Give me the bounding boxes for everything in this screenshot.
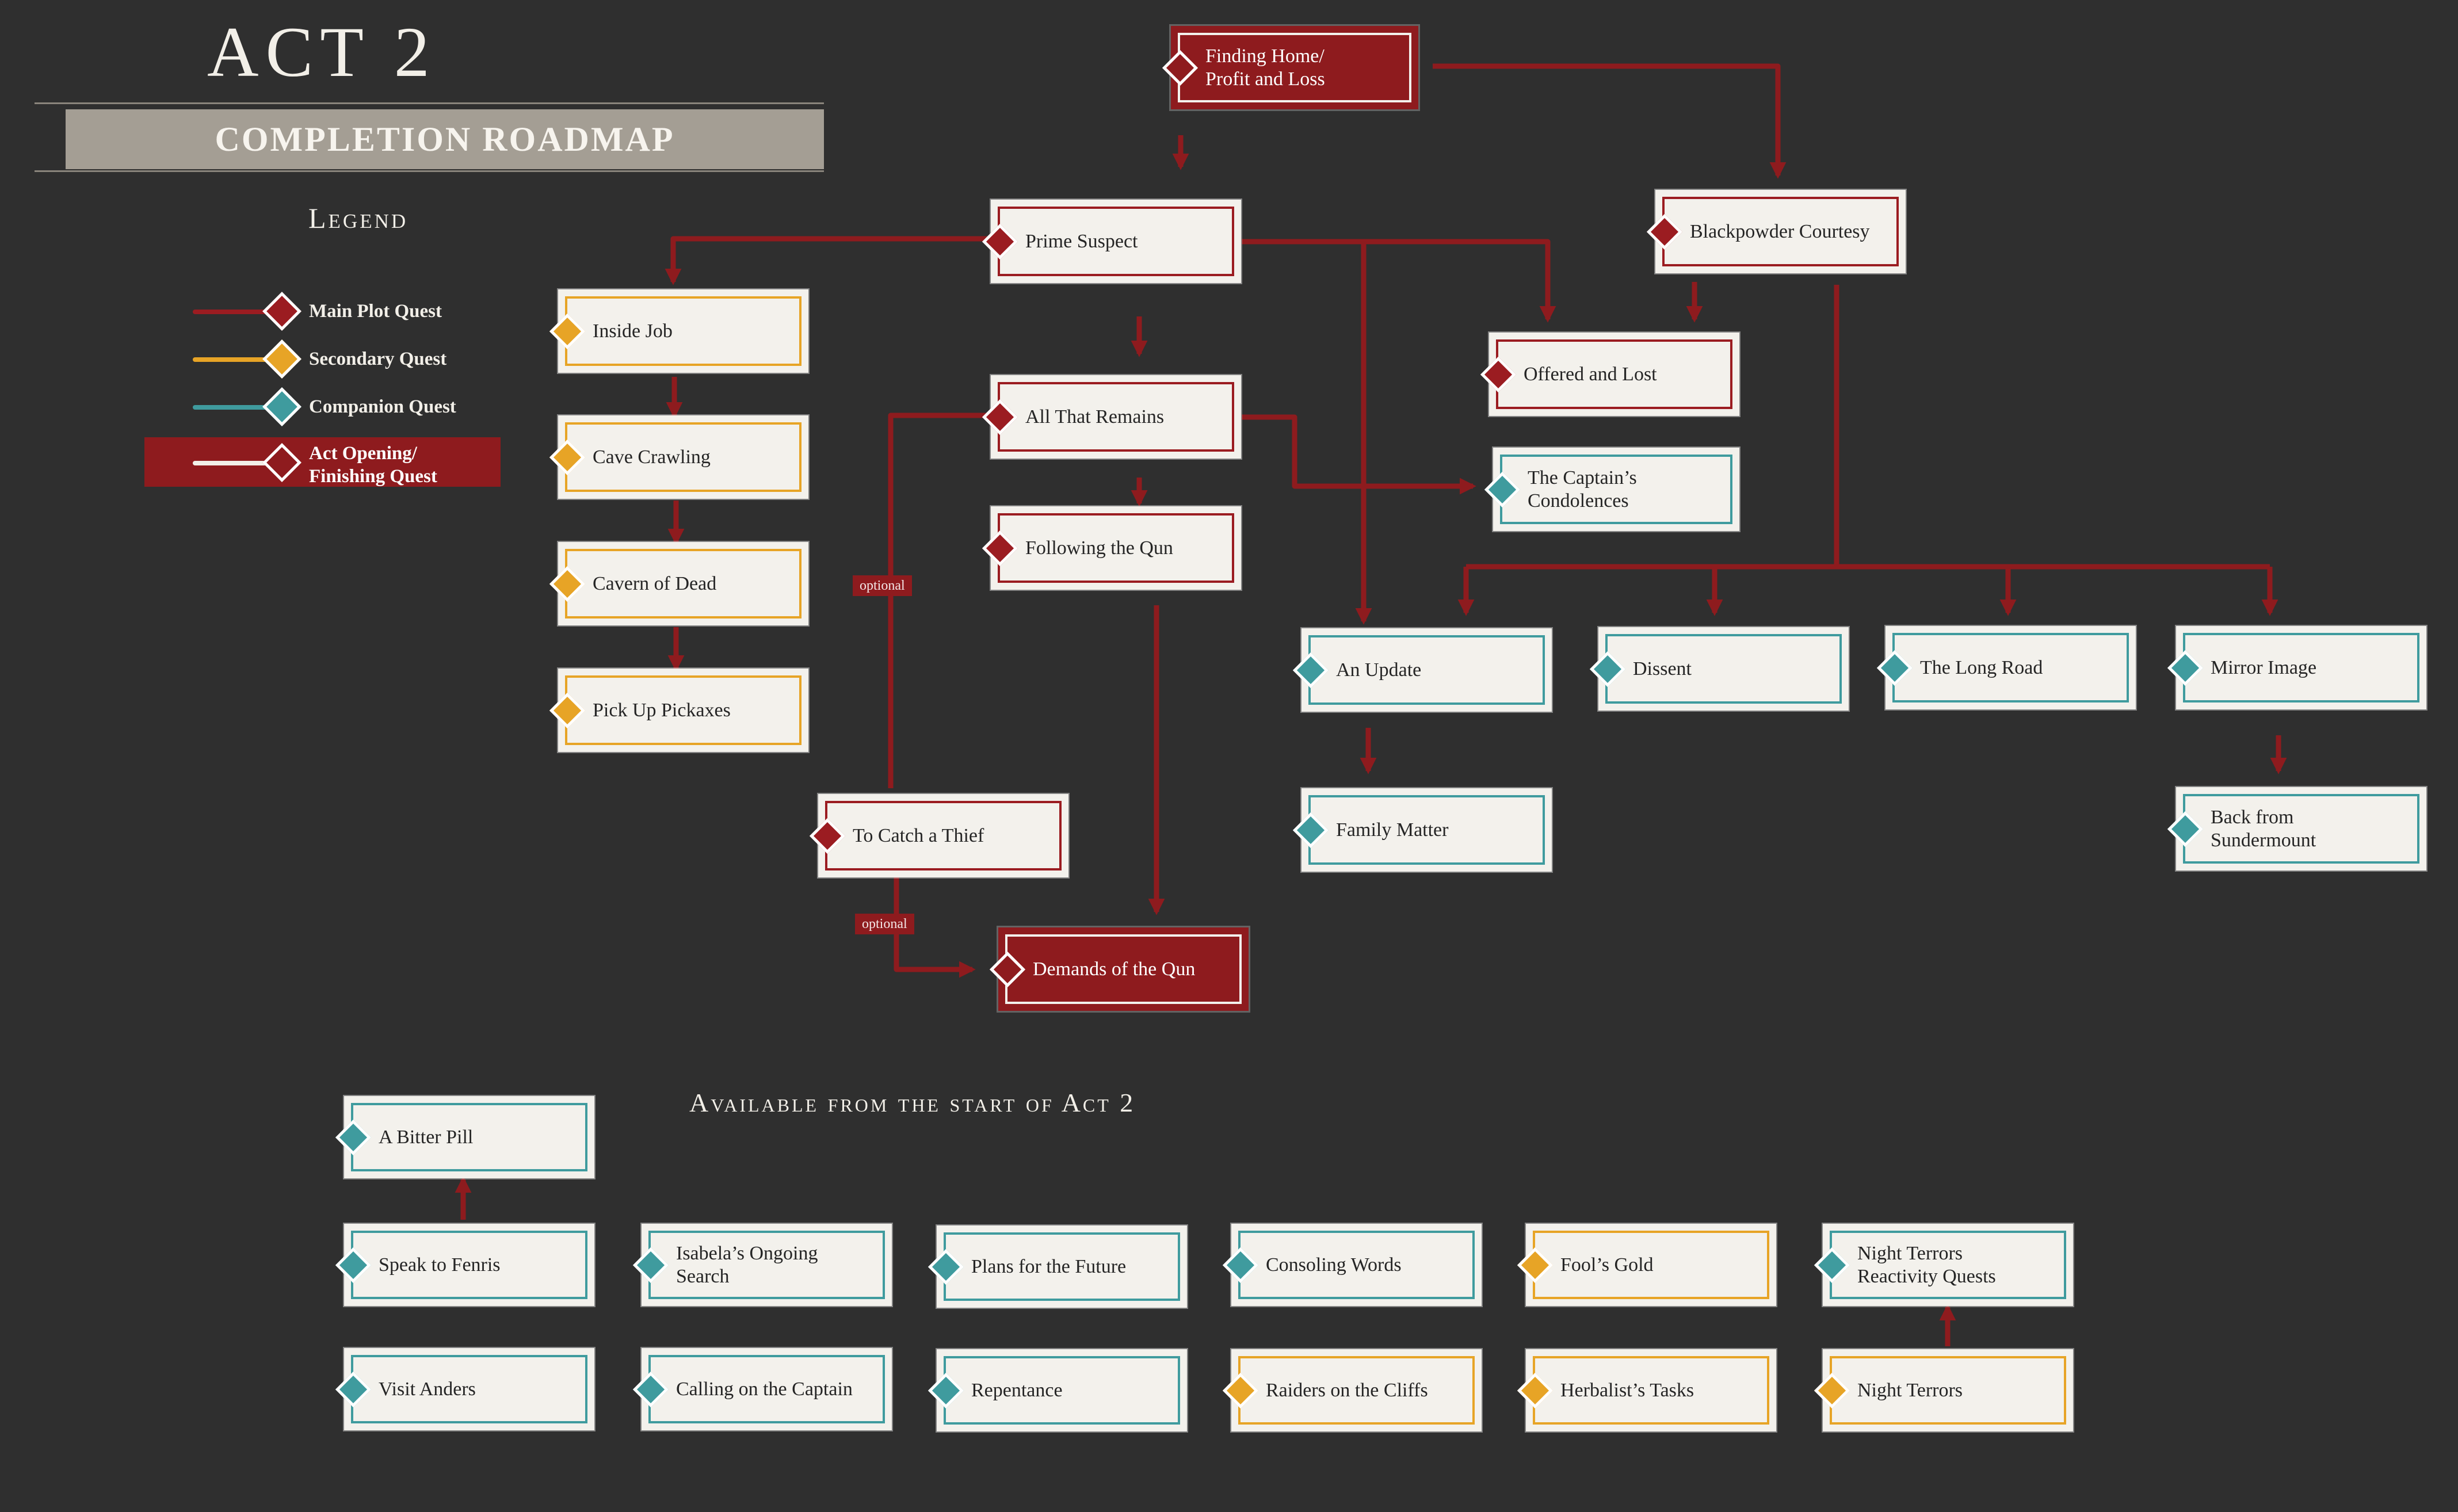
quest-label: Isabela’s Ongoing Search xyxy=(676,1242,818,1287)
quest-label: To Catch a Thief xyxy=(853,824,984,846)
quest-label: Offered and Lost xyxy=(1524,363,1657,385)
quest-label: Blackpowder Courtesy xyxy=(1690,220,1870,242)
quest-consoling-words[interactable]: Consoling Words xyxy=(1222,1224,1482,1306)
banner-rule-bottom xyxy=(35,170,824,172)
quest-label: The Captain’s Condolences xyxy=(1528,467,1637,511)
quest-label: Raiders on the Cliffs xyxy=(1266,1379,1428,1401)
quest-fools-gold[interactable]: Fool’s Gold xyxy=(1517,1224,1776,1306)
quest-captains-condolences[interactable]: The Captain’s Condolences xyxy=(1484,448,1739,531)
legend-title: Legend xyxy=(308,202,409,234)
quest-label: Finding Home/ Profit and Loss xyxy=(1205,45,1325,90)
quest-night-terrors[interactable]: Night Terrors xyxy=(1814,1349,2073,1431)
banner-rule-top xyxy=(35,102,824,104)
quest-cavern-of-dead[interactable]: Cavern of Dead xyxy=(549,542,808,625)
quest-label: Night Terrors Reactivity Quests xyxy=(1857,1242,1996,1287)
page-title: ACT 2 xyxy=(207,13,437,91)
quest-label: Plans for the Future xyxy=(971,1255,1127,1277)
quest-the-long-road[interactable]: The Long Road xyxy=(1876,626,2136,709)
quest-cave-crawling[interactable]: Cave Crawling xyxy=(549,415,808,499)
quest-label: Following the Qun xyxy=(1025,537,1173,559)
quest-mirror-image[interactable]: Mirror Image xyxy=(2167,626,2426,709)
quest-label: Night Terrors xyxy=(1857,1379,1963,1401)
legend-item-main: Main Plot Quest xyxy=(0,291,518,331)
legend-label: Companion Quest xyxy=(309,396,456,417)
quest-raiders-on-the-cliffs[interactable]: Raiders on the Cliffs xyxy=(1222,1349,1482,1431)
quest-inside-job[interactable]: Inside Job xyxy=(549,289,808,373)
quest-calling-on-the-captain[interactable]: Calling on the Captain xyxy=(632,1348,892,1430)
quest-prime-suspect[interactable]: Prime Suspect xyxy=(982,200,1241,283)
quest-demands-of-the-qun[interactable]: Demands of the Qun xyxy=(989,927,1249,1011)
quest-offered-and-lost[interactable]: Offered and Lost xyxy=(1480,333,1739,416)
quest-label: Herbalist’s Tasks xyxy=(1560,1379,1694,1401)
legend-item-companion: Companion Quest xyxy=(0,386,518,426)
quest-label: Inside Job xyxy=(593,320,673,342)
quest-following-the-qun[interactable]: Following the Qun xyxy=(982,506,1241,590)
quest-label: Repentance xyxy=(971,1379,1063,1401)
legend-item-finishing: Act Opening/ Finishing Quest xyxy=(0,442,518,487)
connector xyxy=(1242,414,1476,495)
connector xyxy=(888,413,991,788)
quest-back-from-sundermount[interactable]: Back from Sundermount xyxy=(2167,787,2426,870)
quest-label: Mirror Image xyxy=(2211,656,2317,678)
connector xyxy=(1433,63,1787,179)
quest-repentance[interactable]: Repentance xyxy=(928,1349,1187,1431)
legend-label: Main Plot Quest xyxy=(309,301,442,322)
legend-line xyxy=(193,310,268,314)
quest-finding-home[interactable]: Finding Home/ Profit and Loss xyxy=(1162,26,1418,109)
quest-label: Calling on the Captain xyxy=(676,1378,853,1400)
optional-tag: optional xyxy=(853,575,912,596)
quest-label: Prime Suspect xyxy=(1025,230,1138,252)
quest-dissent[interactable]: Dissent xyxy=(1589,627,1849,711)
quest-label: Dissent xyxy=(1633,658,1692,679)
quest-all-that-remains[interactable]: All That Remains xyxy=(982,375,1241,459)
quest-isabelas-ongoing-search[interactable]: Isabela’s Ongoing Search xyxy=(632,1224,892,1306)
quest-visit-anders[interactable]: Visit Anders xyxy=(335,1348,594,1430)
quest-label: Pick Up Pickaxes xyxy=(593,699,731,721)
quest-label: Cave Crawling xyxy=(593,446,711,468)
quest-night-terrors-reactivity[interactable]: Night Terrors Reactivity Quests xyxy=(1814,1224,2073,1306)
quest-label: Demands of the Qun xyxy=(1033,958,1196,980)
quest-label: Visit Anders xyxy=(379,1378,476,1400)
quest-speak-to-fenris[interactable]: Speak to Fenris xyxy=(335,1224,594,1306)
roadmap-banner: COMPLETION ROADMAP xyxy=(66,109,824,169)
quest-label: Fool’s Gold xyxy=(1560,1254,1654,1276)
quest-family-matter[interactable]: Family Matter xyxy=(1292,788,1552,872)
quest-a-bitter-pill[interactable]: A Bitter Pill xyxy=(335,1096,594,1178)
legend-label: Act Opening/ Finishing Quest xyxy=(309,443,437,487)
finishing-quest-diamond-icon xyxy=(262,443,301,482)
quest-to-catch-a-thief[interactable]: To Catch a Thief xyxy=(809,794,1068,877)
quest-label: The Long Road xyxy=(1920,656,2043,678)
section-title: Available from the start of Act 2 xyxy=(689,1088,1136,1117)
secondary-quest-diamond-icon xyxy=(262,339,301,379)
quest-label: Back from Sundermount xyxy=(2211,806,2316,851)
quest-label: Speak to Fenris xyxy=(379,1254,501,1276)
connector xyxy=(1242,239,1556,323)
quest-label: An Update xyxy=(1336,659,1422,681)
legend-item-secondary: Secondary Quest xyxy=(0,338,518,379)
legend-line xyxy=(193,357,268,362)
connector xyxy=(665,236,991,285)
quest-label: Cavern of Dead xyxy=(593,572,717,594)
quest-an-update[interactable]: An Update xyxy=(1292,628,1552,712)
quest-plans-for-the-future[interactable]: Plans for the Future xyxy=(928,1225,1187,1308)
optional-tag: optional xyxy=(855,914,914,934)
quest-blackpowder-courtesy[interactable]: Blackpowder Courtesy xyxy=(1646,190,1906,273)
quest-label: Family Matter xyxy=(1336,819,1449,841)
legend-line xyxy=(193,405,268,410)
quest-herbalists-tasks[interactable]: Herbalist’s Tasks xyxy=(1517,1349,1776,1431)
quest-label: Consoling Words xyxy=(1266,1254,1402,1276)
quest-label: A Bitter Pill xyxy=(379,1126,474,1148)
main-quest-diamond-icon xyxy=(262,292,301,331)
companion-quest-diamond-icon xyxy=(262,387,301,426)
legend-line xyxy=(193,461,268,465)
quest-label: All That Remains xyxy=(1025,406,1165,427)
legend-label: Secondary Quest xyxy=(309,349,447,369)
quest-pick-up-pickaxes[interactable]: Pick Up Pickaxes xyxy=(549,669,808,752)
